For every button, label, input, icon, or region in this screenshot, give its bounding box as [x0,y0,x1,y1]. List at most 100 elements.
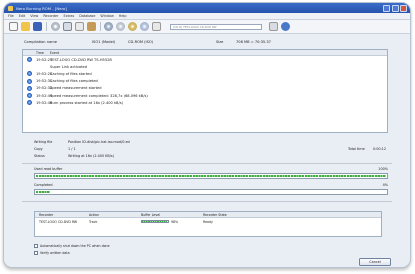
copy-icon[interactable] [62,22,72,31]
status-label: Status [34,154,45,158]
app-window: Nero Burning ROM - [Nero] File Edit View… [3,2,411,268]
compilation-size: 708 MB = 70:35.37 [236,40,271,44]
menu-extras[interactable]: Extras [64,14,75,18]
menu-edit[interactable]: Edit [19,14,26,18]
new-icon[interactable] [9,22,18,31]
recorder-buffer: 98% [141,220,203,224]
drive-select-value: [CD-R] TEST-LOGO CD-DVD RW [173,24,217,29]
log-time: 19:52:32 [36,86,53,91]
maximize-button[interactable] [391,4,399,12]
writing-file-value: Position ID-disk/pic.hat.iso.mod/0.ecl [68,140,131,144]
wizard-icon[interactable] [269,22,278,31]
save-icon[interactable] [33,22,42,31]
buffer-column-header[interactable]: Buffer Level [141,213,203,217]
menu-help[interactable]: Help [119,14,127,18]
log-time: 19:52:49 [36,100,53,105]
info-icon [27,85,32,91]
cut-icon[interactable] [74,22,84,31]
copy-label: Copy [34,147,43,151]
auto-shutdown-label[interactable]: Automatically shut down the PC when done [40,244,110,248]
recorder-column-header[interactable]: Recorder [35,213,89,217]
total-time-label: Total time [348,147,365,151]
eject-icon[interactable] [116,22,125,31]
cancel-button[interactable]: Cancel [359,258,391,266]
log-event: Super Link activated [50,64,87,69]
window-title: Nero Burning ROM - [Nero] [16,5,67,11]
log-row: 19:52:32 Speed measurement started [23,85,387,92]
log-row: 19:52:49 Burn process started at 16x (2.… [23,99,387,106]
menu-recorder[interactable]: Recorder [43,14,58,18]
time-column-header[interactable]: Time [36,51,50,55]
app-icon [8,5,13,11]
buffer-progress-bar [34,173,388,179]
toolbar: [CD-R] TEST-LOGO CD-DVD RW [4,20,410,34]
burn-icon[interactable] [50,22,60,31]
verify-option[interactable]: Verify written data [34,251,70,255]
log-time: 19:52:25 [36,71,53,76]
menu-database[interactable]: Database [79,14,95,18]
help-icon[interactable] [281,22,290,31]
log-time: 19:52:31 [36,79,53,84]
log-event: Speed measurement started [50,86,102,91]
buffer-progress-fill [35,174,387,178]
info-icon [27,57,32,63]
event-log[interactable]: Time Event 19:52:25 TEST-LOGO CD-DVD RW … [22,49,388,133]
info-icon [27,93,32,99]
status-row: Status Writing at 16x (2.400 KB/s) [34,154,386,158]
buffer-level-fill [142,221,168,222]
drive-select[interactable]: [CD-R] TEST-LOGO CD-DVD RW [170,23,262,30]
log-event: Caching of files completed [50,79,98,84]
total-time-value: 0:00:12 [372,147,386,151]
log-row: 19:52:25 Caching of files started [23,70,387,77]
paste-icon[interactable] [86,22,96,31]
buffer-level-bar [141,219,169,224]
log-row: Super Link activated [23,63,387,70]
auto-shutdown-option[interactable]: Automatically shut down the PC when done [34,244,110,248]
table-row[interactable]: TEST-LOGO CD-DVD RW Track 98% Ready [35,218,381,225]
menu-bar: File Edit View Recorder Extras Database … [4,13,410,20]
buffer-label: Used read buffer [34,167,63,171]
compilation-info: Compilation name ISO1 (Model) CD-ROM (IS… [4,36,410,48]
verify-label[interactable]: Verify written data [40,251,70,255]
recorder-name: TEST-LOGO CD-DVD RW [39,219,78,224]
log-row: 19:52:49 Speed measurement completed: 32… [23,92,387,99]
completed-percent: 4% [382,183,388,187]
log-event: Burn process started at 16x (2.400 kB/s) [50,100,123,105]
divider [22,163,392,164]
minimize-button[interactable] [383,4,390,12]
menu-file[interactable]: File [8,14,14,18]
copy-value: 1 / 1 [68,147,76,151]
writing-file-label: Writing file [34,140,53,144]
menu-view[interactable]: View [30,14,38,18]
log-time: 19:52:49 [36,93,53,98]
log-event: TEST-LOGO CD-DVD RW TS-H552B [50,57,112,62]
buffer-row: Used read buffer 100% [34,167,388,171]
cd-icon[interactable] [128,22,137,31]
menu-window[interactable]: Window [100,14,113,18]
dvd-icon[interactable] [140,22,149,31]
divider [22,201,392,202]
toolbar-separator [99,22,100,31]
recorder-table[interactable]: Recorder Action Buffer Level Recorder St… [34,211,382,237]
size-label: Size [216,40,224,44]
status-value: Writing at 16x (2.400 KB/s) [68,154,114,158]
log-event: Caching of files started [50,71,92,76]
event-column-header[interactable]: Event [50,51,387,55]
action-column-header[interactable]: Action [89,213,141,217]
log-time: 19:52:25 [36,57,53,62]
open-icon[interactable] [21,22,30,31]
compilation-type: CD-ROM (ISO) [128,40,154,44]
verify-checkbox[interactable] [34,251,38,255]
recorder-state: Ready [203,219,213,224]
window-controls [383,4,407,12]
disc-info-icon[interactable] [104,22,113,31]
copy-row: Copy 1 / 1 Total time 0:00:12 [34,147,386,151]
auto-shutdown-checkbox[interactable] [34,244,38,248]
state-column-header[interactable]: Recorder State [203,213,381,217]
log-event: Speed measurement completed: 328,7x (68.… [50,93,148,98]
toolbar-separator [46,22,47,31]
close-button[interactable] [400,4,407,12]
completed-progress-fill [35,190,50,194]
info-icon [27,100,32,106]
erase-icon[interactable] [152,22,161,31]
